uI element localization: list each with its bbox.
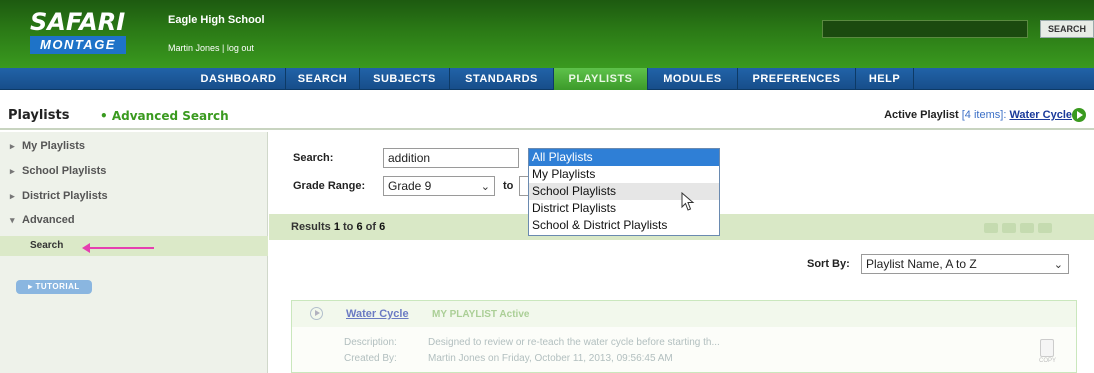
nav-subjects[interactable]: SUBJECTS	[360, 68, 450, 90]
sidebar-item-school-playlists[interactable]: ▸ School Playlists	[10, 165, 106, 177]
nav-help[interactable]: HELP	[856, 68, 914, 90]
results-to: 6	[356, 221, 363, 233]
page-title: Playlists	[8, 108, 70, 123]
user-info[interactable]: Martin Jones | log out	[168, 43, 254, 53]
active-playlist-count: [4 items]:	[961, 109, 1007, 121]
grade-to-label: to	[503, 180, 514, 192]
sidebar-item-search[interactable]: Search	[0, 236, 268, 256]
grade-from-value: Grade 9	[388, 179, 432, 193]
sidebar-item-district-playlists[interactable]: ▸ District Playlists	[10, 190, 108, 202]
play-icon[interactable]	[310, 307, 323, 320]
results-count: Results 1 to 6 of 6	[291, 221, 385, 233]
logo-text-safari: SAFARI	[30, 8, 126, 36]
nav-search[interactable]: SEARCH	[286, 68, 360, 90]
safari-montage-logo[interactable]: SAFARI MONTAGE	[30, 10, 130, 60]
mouse-cursor-icon	[681, 192, 695, 211]
page-subtitle-text: Advanced Search	[111, 109, 229, 123]
page-subtitle: • Advanced Search	[100, 109, 229, 123]
sidebar-item-my-playlists[interactable]: ▸ My Playlists	[10, 140, 85, 152]
global-search-input[interactable]	[822, 20, 1028, 38]
pagination	[984, 222, 1064, 234]
tutorial-button[interactable]: ▸ TUTORIAL	[16, 280, 92, 294]
next-page-icon[interactable]	[1020, 223, 1034, 233]
playlist-title-link[interactable]: Water Cycle	[346, 308, 409, 320]
description-label: Description:	[344, 337, 397, 348]
sort-value: Playlist Name, A to Z	[866, 257, 977, 271]
school-name: Eagle High School	[168, 14, 265, 26]
chevron-right-icon: ▸	[10, 141, 15, 151]
sidebar-item-label: School Playlists	[22, 165, 107, 177]
sidebar-item-label: Advanced	[22, 214, 75, 226]
scope-option-my[interactable]: My Playlists	[529, 166, 719, 183]
sort-label: Sort By:	[807, 258, 850, 270]
copy-label: COPY	[1038, 358, 1056, 364]
nav-preferences[interactable]: PREFERENCES	[738, 68, 856, 90]
results-to-word: to	[343, 221, 354, 233]
search-input[interactable]: addition	[383, 148, 519, 168]
results-prefix: Results	[291, 221, 331, 233]
app-header: SAFARI MONTAGE Eagle High School Martin …	[0, 0, 1094, 68]
playlist-tag: MY PLAYLIST Active	[432, 309, 530, 320]
active-playlist-label: Active Playlist	[884, 109, 959, 121]
results-of-word: of	[365, 221, 377, 233]
last-page-icon[interactable]	[1038, 223, 1052, 233]
main-nav: DASHBOARD SEARCH SUBJECTS STANDARDS PLAY…	[0, 68, 1094, 90]
prev-page-icon[interactable]	[1002, 223, 1016, 233]
sidebar-item-advanced[interactable]: ▾ Advanced	[10, 214, 75, 226]
search-label: Search:	[293, 152, 334, 164]
nav-dashboard[interactable]: DASHBOARD	[192, 68, 286, 90]
sidebar: ▸ My Playlists ▸ School Playlists ▸ Distric…	[0, 132, 268, 373]
first-page-icon[interactable]	[984, 223, 998, 233]
grade-from-select[interactable]: Grade 9 ⌄	[383, 176, 495, 196]
sidebar-item-label: District Playlists	[22, 190, 108, 202]
chevron-down-icon: ⌄	[1053, 259, 1063, 271]
chevron-right-icon: ▸	[10, 166, 15, 176]
sort-select[interactable]: Playlist Name, A to Z ⌄	[861, 254, 1069, 274]
playlist-card-header: Water Cycle MY PLAYLIST Active	[292, 301, 1076, 327]
sidebar-item-label: My Playlists	[22, 140, 85, 152]
active-playlist: Active Playlist [4 items]: Water Cycle	[884, 109, 1072, 121]
logo-text-montage: MONTAGE	[30, 36, 126, 54]
chevron-right-icon: ▸	[10, 191, 15, 201]
nav-modules[interactable]: MODULES	[648, 68, 738, 90]
page-title-bar: Playlists • Advanced Search Active Playl…	[0, 100, 1094, 130]
play-icon[interactable]	[1072, 108, 1086, 122]
main-content: Search: addition Grade Range: Grade 9 ⌄ t…	[269, 132, 1094, 373]
global-search-button[interactable]: SEARCH	[1040, 20, 1094, 38]
chevron-down-icon: ⌄	[480, 181, 490, 193]
description-text: Designed to review or re-teach the water…	[428, 337, 720, 348]
annotation-arrow	[88, 247, 154, 249]
playlist-result-card: Water Cycle MY PLAYLIST Active Descripti…	[291, 300, 1077, 373]
results-total: 6	[379, 221, 386, 233]
chevron-down-icon: ▾	[10, 215, 15, 225]
sidebar-item-label: Search	[30, 240, 64, 251]
copy-icon[interactable]	[1040, 339, 1054, 357]
created-by-label: Created By:	[344, 353, 397, 364]
grade-range-label: Grade Range:	[293, 180, 366, 192]
created-by-text: Martin Jones on Friday, October 11, 2013…	[428, 353, 673, 364]
nav-playlists[interactable]: PLAYLISTS	[554, 68, 648, 90]
scope-option-school-district[interactable]: School & District Playlists	[529, 217, 719, 234]
active-playlist-link[interactable]: Water Cycle	[1009, 109, 1072, 121]
results-from: 1	[333, 221, 340, 233]
nav-standards[interactable]: STANDARDS	[450, 68, 554, 90]
scope-option-all[interactable]: All Playlists	[529, 149, 719, 166]
